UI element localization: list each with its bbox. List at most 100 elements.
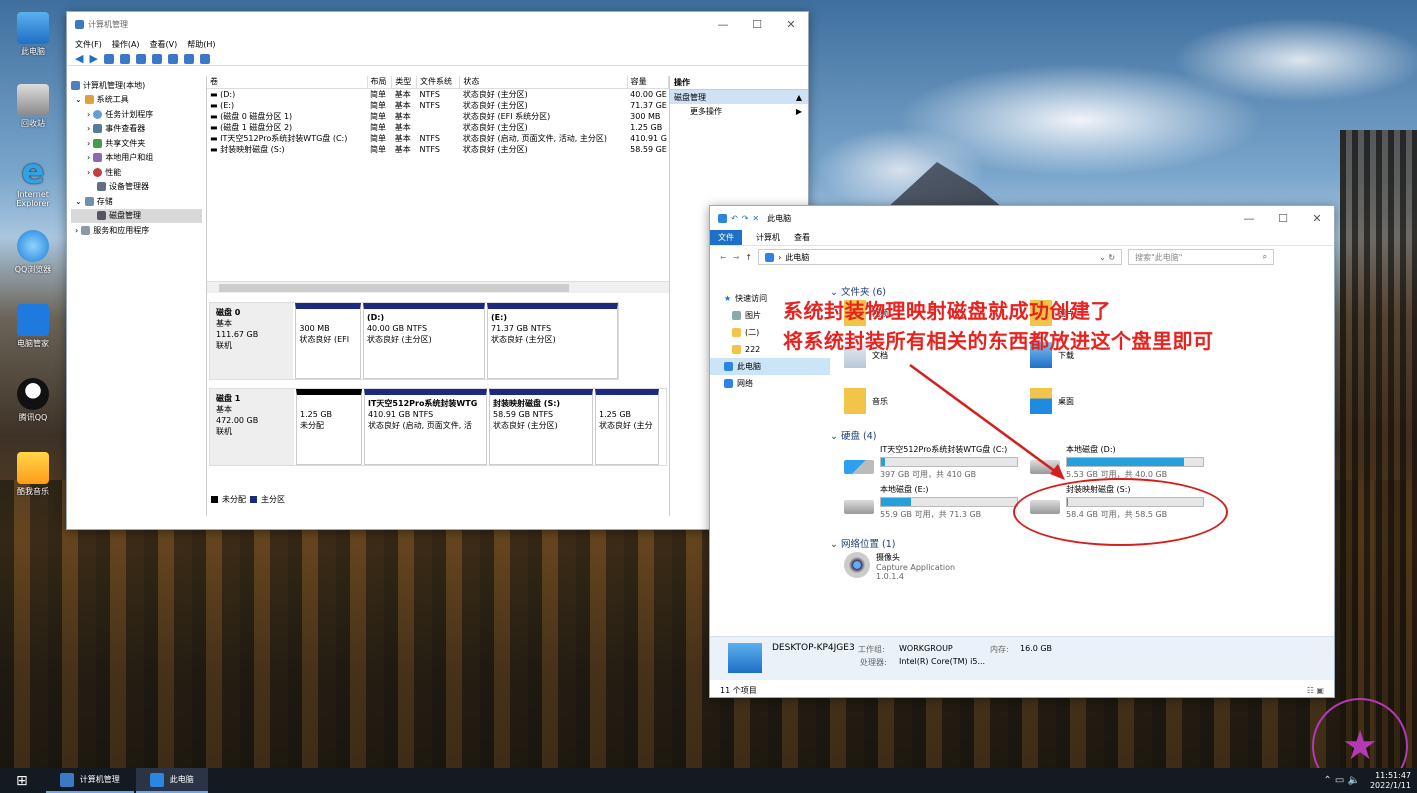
maximize-button[interactable]: ☐: [1266, 212, 1300, 225]
tree-item-performance[interactable]: › 性能: [71, 165, 202, 180]
desktop-icon-qq[interactable]: 腾讯QQ: [8, 378, 58, 423]
tree-item-event-viewer[interactable]: › 事件查看器: [71, 122, 202, 137]
tree-item-task-scheduler[interactable]: › 任务计划程序: [71, 107, 202, 122]
col-layout[interactable]: 布局: [367, 76, 393, 89]
taskbar-item-computer-management[interactable]: 计算机管理: [45, 768, 134, 793]
properties-icon[interactable]: [119, 53, 130, 64]
close-button[interactable]: ✕: [774, 18, 808, 31]
disk-1-row[interactable]: 磁盘 1 基本 472.00 GB 联机 1.25 GB 未分配 IT天空512Pro系…: [209, 388, 667, 466]
disk-0-row[interactable]: 磁盘 0 基本 111.67 GB 联机 300 MB 状态良好 (EFI (D:) 40…: [209, 302, 619, 380]
menu-file[interactable]: 文件(F): [75, 39, 102, 50]
up-arrow-icon[interactable]: ↑: [745, 253, 752, 262]
export-icon[interactable]: [183, 53, 194, 64]
col-status[interactable]: 状态: [459, 76, 628, 89]
volume-row[interactable]: ▬ (磁盘 1 磁盘分区 2) 简单 基本 状态良好 (主分区) 1.25 GB: [207, 122, 669, 133]
tree-item-system-tools[interactable]: ⌄ 系统工具: [71, 93, 202, 108]
refresh-icon[interactable]: ⌄ ↻: [1099, 253, 1115, 262]
desktop-icon-this-pc[interactable]: 此电脑: [8, 12, 58, 57]
volume-cell: NTFS: [419, 144, 440, 154]
desktop-icon-kuwo[interactable]: 酷我音乐: [8, 452, 58, 497]
tree-item-shared-folders[interactable]: › 共享文件夹: [71, 136, 202, 151]
partition-d[interactable]: (D:) 40.00 GB NTFS 状态良好 (主分区): [362, 303, 486, 379]
action-more[interactable]: 更多操作 ▶: [670, 104, 808, 118]
computer-icon: [728, 643, 762, 673]
desktop-icon-recycle-bin[interactable]: 回收站: [8, 84, 58, 129]
partition-recovery[interactable]: 1.25 GB 状态良好 (主分: [595, 389, 659, 465]
up-folder-icon[interactable]: [103, 53, 114, 64]
tree-item-root[interactable]: 计算机管理(本地): [71, 78, 202, 93]
col-capacity[interactable]: 容量: [627, 76, 670, 89]
tree-item-device-manager[interactable]: 设备管理器: [71, 180, 202, 195]
device-manager-icon: [97, 182, 106, 192]
explorer-titlebar[interactable]: ↶ ↷ ✕ 此电脑 — ☐ ✕: [710, 206, 1334, 230]
taskbar-item-this-pc[interactable]: 此电脑: [135, 768, 208, 793]
connect-icon[interactable]: [167, 53, 178, 64]
horizontal-scrollbar[interactable]: [207, 281, 669, 293]
system-drive-icon: [844, 460, 874, 474]
tree-item-storage[interactable]: ⌄ 存储: [71, 194, 202, 209]
minimize-button[interactable]: —: [1232, 212, 1266, 225]
taskbar-clock[interactable]: 11:51:47 2022/1/11: [1370, 771, 1411, 791]
scrollbar-thumb[interactable]: [219, 284, 569, 292]
partition-unallocated[interactable]: 1.25 GB 未分配: [296, 389, 362, 465]
grid-icon[interactable]: [199, 53, 210, 64]
volume-cell: 基本: [394, 100, 411, 110]
ribbon-tab-computer[interactable]: 计算机: [756, 232, 780, 243]
tree-item-services[interactable]: › 服务和应用程序: [71, 223, 202, 238]
tree-item-local-users[interactable]: › 本地用户和组: [71, 151, 202, 166]
view-toggle-icon[interactable]: ☷ ▣: [1307, 686, 1324, 695]
computer-icon: [718, 213, 727, 223]
minimize-button[interactable]: —: [706, 18, 740, 31]
network-camera[interactable]: 摄像头 Capture Application 1.0.1.4: [844, 552, 955, 581]
volume-cell: 简单: [370, 100, 387, 110]
cm-titlebar[interactable]: 计算机管理 — ☐ ✕: [67, 12, 808, 36]
folder-music[interactable]: 音乐: [844, 388, 888, 414]
partition-e[interactable]: (E:) 71.37 GB NTFS 状态良好 (主分区): [487, 303, 618, 379]
nav-network[interactable]: 网络: [710, 375, 830, 392]
undo-icon[interactable]: ↶: [731, 214, 738, 223]
action-disk-management[interactable]: 磁盘管理 ▲: [670, 90, 808, 104]
group-network-locations[interactable]: ⌄ 网络位置 (1): [830, 536, 895, 550]
folder-icon: [732, 328, 741, 337]
delete-icon[interactable]: ✕: [752, 214, 759, 223]
search-input[interactable]: 搜索"此电脑" ⌕: [1128, 249, 1275, 265]
address-bar[interactable]: › 此电脑 ⌄ ↻: [758, 249, 1123, 265]
ribbon-tab-file[interactable]: 文件: [710, 230, 742, 245]
forward-arrow-icon[interactable]: →: [733, 253, 740, 262]
menu-view[interactable]: 查看(V): [150, 39, 178, 50]
menu-help[interactable]: 帮助(H): [187, 39, 215, 50]
group-drives[interactable]: ⌄ 硬盘 (4): [830, 428, 876, 442]
windows-start-icon[interactable]: ⊞: [0, 773, 44, 789]
cm-center-pane: 卷 布局 类型 文件系统 状态 容量 ▬ (D:) 简单 基本 NTFS 状态良好 (主…: [207, 76, 670, 516]
maximize-button[interactable]: ☐: [740, 18, 774, 31]
back-arrow-icon[interactable]: ◀: [75, 52, 83, 65]
qq-browser-icon: [17, 230, 49, 262]
partition-s[interactable]: 封装映射磁盘 (S:) 58.59 GB NTFS 状态良好 (主分区): [489, 389, 593, 465]
disk-graphical-view: 磁盘 0 基本 111.67 GB 联机 300 MB 状态良好 (EFI (D:) 40…: [207, 298, 669, 516]
col-type[interactable]: 类型: [391, 76, 418, 89]
volume-row[interactable]: ▬ (D:) 简单 基本 NTFS 状态良好 (主分区) 40.00 GE: [207, 88, 669, 100]
partition-efi[interactable]: 300 MB 状态良好 (EFI: [295, 303, 361, 379]
back-arrow-icon[interactable]: ←: [720, 253, 727, 262]
list-view-icon[interactable]: [151, 53, 162, 64]
collapse-up-icon: ▲: [795, 92, 802, 102]
ribbon-tab-view[interactable]: 查看: [794, 232, 810, 243]
redo-icon[interactable]: ↷: [742, 214, 749, 223]
menu-action[interactable]: 操作(A): [112, 39, 140, 50]
col-filesystem[interactable]: 文件系统: [416, 76, 461, 89]
col-volume[interactable]: 卷: [207, 76, 368, 89]
volume-row[interactable]: ▬ (E:) 简单 基本 NTFS 状态良好 (主分区) 71.37 GE: [207, 100, 669, 111]
volume-row[interactable]: ▬ 封装映射磁盘 (S:) 简单 基本 NTFS 状态良好 (主分区) 58.59 GE: [207, 144, 669, 155]
volume-row[interactable]: ▬ (磁盘 0 磁盘分区 1) 简单 基本 状态良好 (EFI 系统分区) 300 MB: [207, 111, 669, 122]
desktop-icon-pc-manager[interactable]: 电脑管家: [8, 304, 58, 349]
volume-row[interactable]: ▬ IT天空512Pro系统封装WTG盘 (C:) 简单 基本 NTFS 状态良好 (启…: [207, 133, 669, 144]
desktop-icon-qq-browser[interactable]: QQ浏览器: [8, 230, 58, 275]
forward-arrow-icon[interactable]: ▶: [89, 52, 97, 65]
nav-this-pc[interactable]: 此电脑: [710, 358, 830, 375]
desktop-icon-ie[interactable]: e Internet Explorer: [8, 155, 58, 208]
tree-item-disk-management[interactable]: 磁盘管理: [71, 208, 202, 223]
help-icon[interactable]: [135, 53, 146, 64]
close-button[interactable]: ✕: [1300, 212, 1334, 225]
partition-c[interactable]: IT天空512Pro系统封装WTG 410.91 GB NTFS 状态良好 (启动,…: [364, 389, 487, 465]
tray-icons[interactable]: ⌃ ▭ 🔈: [1323, 775, 1360, 786]
